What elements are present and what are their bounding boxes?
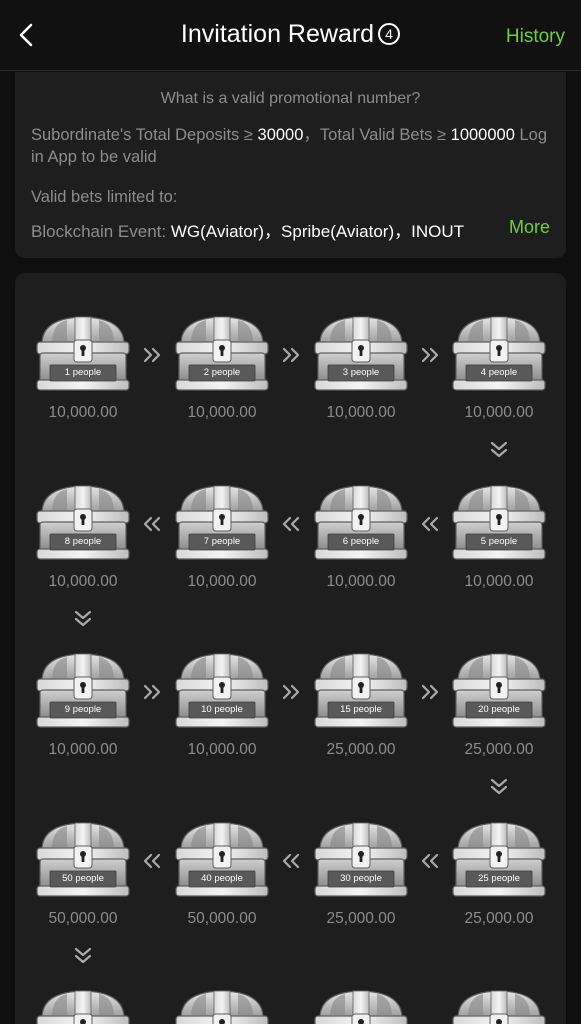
chest-people-label: 8 people — [64, 536, 102, 547]
reward-amount: 10,000.00 — [464, 573, 534, 590]
double-chevron-left-icon — [142, 515, 162, 533]
reward-chest[interactable]: 2 people — [173, 314, 271, 392]
chest-people-label: 50 people — [62, 873, 104, 884]
reward-chest[interactable] — [34, 988, 132, 1024]
blockchain-label: Blockchain Event: — [31, 222, 171, 241]
reward-chest[interactable] — [450, 988, 548, 1024]
more-link[interactable]: More — [509, 217, 550, 238]
double-chevron-left-icon — [142, 852, 162, 870]
chest-people-label: 25 people — [478, 873, 520, 884]
chest-people-label: 10 people — [201, 704, 243, 715]
chest-people-label: 15 people — [340, 704, 382, 715]
reward-chest[interactable]: 15 people — [312, 651, 410, 729]
reward-amount: 10,000.00 — [187, 404, 257, 421]
reward-chest[interactable]: 3 people — [312, 314, 410, 392]
treasure-chest-icon — [450, 988, 548, 1024]
reward-amount: 25,000.00 — [464, 910, 534, 927]
reward-chest[interactable]: 20 people — [450, 651, 548, 729]
chest-people-label: 6 people — [342, 536, 380, 547]
rules-card: What is a valid promotional number? Subo… — [15, 72, 566, 258]
reward-amount: 50,000.00 — [187, 910, 257, 927]
reward-amount: 10,000.00 — [48, 404, 118, 421]
requirement-text: Subordinate's Total Deposits ≥ 30000，Tot… — [31, 124, 550, 168]
double-chevron-right-icon — [281, 346, 301, 364]
chest-people-label: 40 people — [201, 873, 243, 884]
blockchain-event: Blockchain Event: WG(Aviator)，Spribe(Avi… — [31, 217, 496, 242]
req-middle: ，Total Valid Bets ≥ — [303, 126, 451, 144]
double-chevron-left-icon — [420, 515, 440, 533]
double-chevron-right-icon — [142, 346, 162, 364]
history-link[interactable]: History — [506, 26, 565, 48]
double-chevron-right-icon — [142, 683, 162, 701]
valid-bets-label: Valid bets limited to: — [31, 188, 178, 206]
page-title: Invitation Reward 4 — [0, 20, 581, 49]
reward-chest[interactable]: 7 people — [173, 483, 271, 561]
treasure-chest-icon — [34, 988, 132, 1024]
double-chevron-left-icon — [420, 852, 440, 870]
reward-chest[interactable]: 6 people — [312, 483, 410, 561]
double-chevron-left-icon — [281, 852, 301, 870]
reward-chest[interactable] — [173, 988, 271, 1024]
reward-chest[interactable]: 10 people — [173, 651, 271, 729]
double-chevron-right-icon — [420, 346, 440, 364]
reward-chest[interactable]: 30 people — [312, 820, 410, 898]
top-bar: Invitation Reward 4 History — [0, 0, 581, 71]
chest-people-label: 2 people — [203, 367, 241, 378]
chest-people-label: 9 people — [64, 704, 102, 715]
reward-amount: 25,000.00 — [464, 741, 534, 758]
treasure-chest-icon — [312, 988, 410, 1024]
reward-amount: 10,000.00 — [48, 741, 118, 758]
reward-amount: 10,000.00 — [464, 404, 534, 421]
reward-chest[interactable]: 5 people — [450, 483, 548, 561]
req-bets-value: 1000000 — [450, 126, 515, 144]
double-chevron-down-icon — [489, 441, 509, 459]
reward-amount: 10,000.00 — [187, 573, 257, 590]
reward-amount: 10,000.00 — [187, 741, 257, 758]
chest-people-label: 30 people — [340, 873, 382, 884]
double-chevron-down-icon — [489, 778, 509, 796]
double-chevron-down-icon — [73, 947, 93, 965]
reward-amount: 10,000.00 — [326, 573, 396, 590]
reward-amount: 25,000.00 — [326, 910, 396, 927]
page-title-text: Invitation Reward — [180, 20, 375, 48]
double-chevron-left-icon — [281, 515, 301, 533]
chest-people-label: 4 people — [480, 367, 518, 378]
chest-people-label: 3 people — [342, 367, 380, 378]
double-chevron-down-icon — [73, 610, 93, 628]
reward-amount: 10,000.00 — [48, 573, 118, 590]
chest-people-label: 20 people — [478, 704, 520, 715]
chest-people-label: 5 people — [480, 536, 518, 547]
treasure-chest-icon — [173, 988, 271, 1024]
reward-amount: 10,000.00 — [326, 404, 396, 421]
reward-chest[interactable] — [312, 988, 410, 1024]
reward-chest[interactable]: 25 people — [450, 820, 548, 898]
reward-chest[interactable]: 1 people — [34, 314, 132, 392]
reward-chest[interactable]: 8 people — [34, 483, 132, 561]
double-chevron-right-icon — [420, 683, 440, 701]
reward-amount: 50,000.00 — [48, 910, 118, 927]
req-prefix: Subordinate's Total Deposits ≥ — [31, 126, 258, 144]
valid-question: What is a valid promotional number? — [160, 90, 421, 107]
reward-chest[interactable]: 40 people — [173, 820, 271, 898]
blockchain-value: WG(Aviator)，Spribe(Aviator)，INOUT — [170, 222, 465, 241]
reward-chest[interactable]: 9 people — [34, 651, 132, 729]
reward-amount: 25,000.00 — [326, 741, 396, 758]
reward-chest[interactable]: 50 people — [34, 820, 132, 898]
chest-people-label: 1 people — [64, 367, 102, 378]
req-deposit-value: 30000 — [257, 126, 304, 144]
double-chevron-right-icon — [281, 683, 301, 701]
chest-people-label: 7 people — [203, 536, 241, 547]
info-badge-icon[interactable]: 4 — [378, 23, 401, 45]
reward-chest[interactable]: 4 people — [450, 314, 548, 392]
